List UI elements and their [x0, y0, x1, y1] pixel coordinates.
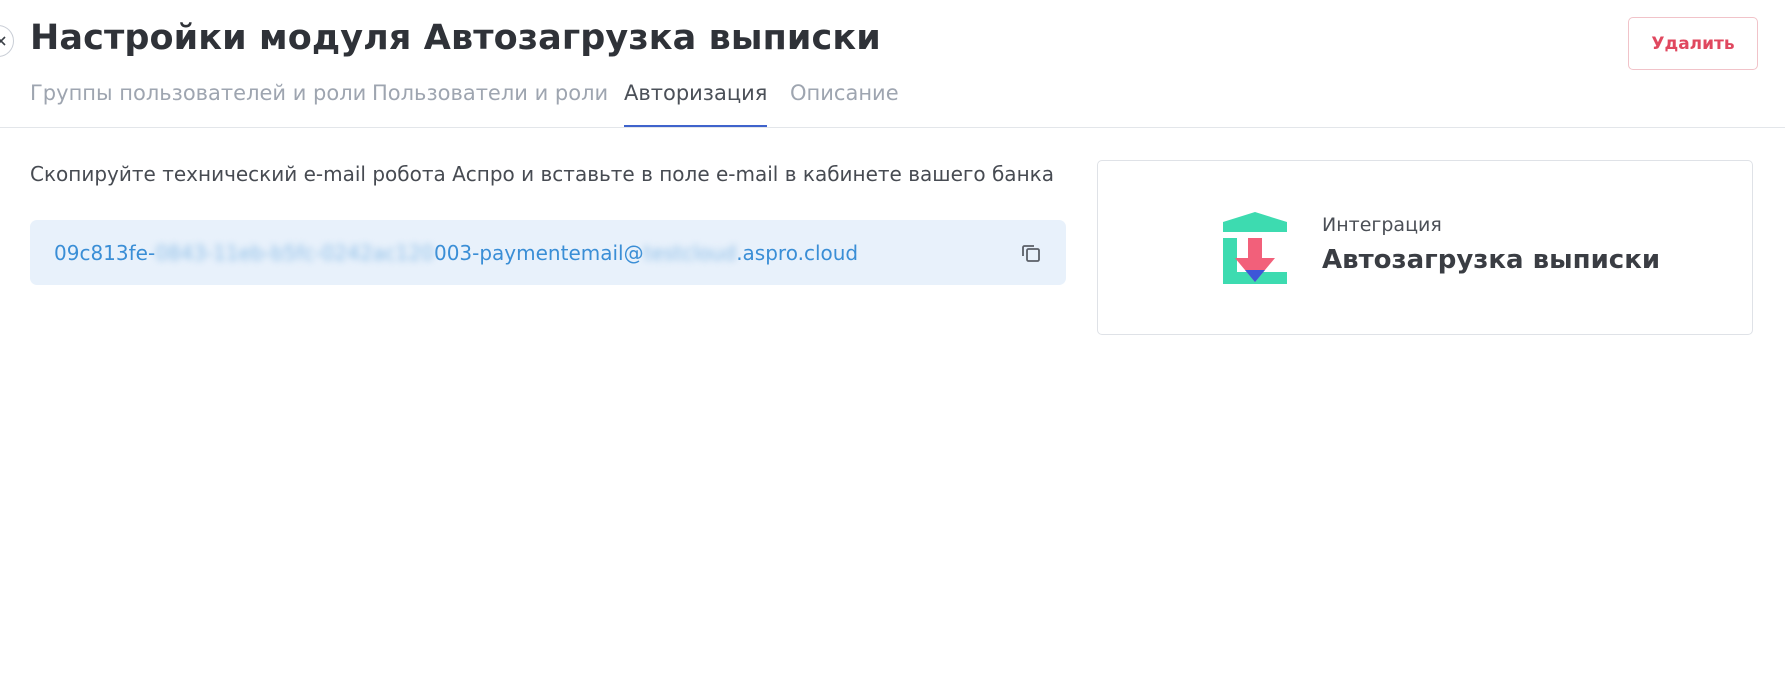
page-title: Настройки модуля Автозагрузка выписки: [30, 18, 881, 58]
tab-description[interactable]: Описание: [790, 80, 899, 128]
copy-icon[interactable]: [1018, 240, 1044, 266]
email-prefix: 09c813fe-: [54, 240, 156, 265]
robot-email-field[interactable]: 09c813fe-0843-11eb-b5fc-0242ac120003-pay…: [30, 220, 1066, 285]
delete-button[interactable]: Удалить: [1628, 17, 1758, 70]
instruction-text: Скопируйте технический e-mail робота Асп…: [30, 162, 1054, 186]
bank-download-icon: [1223, 212, 1287, 284]
header-divider: [0, 127, 1785, 128]
email-suffix: .aspro.cloud: [736, 240, 859, 265]
integration-card: Интеграция Автозагрузка выписки: [1097, 160, 1753, 335]
tab-authorization[interactable]: Авторизация: [624, 80, 768, 128]
back-button[interactable]: [0, 25, 14, 57]
integration-caption: Интеграция: [1322, 214, 1442, 236]
email-middle: 003-paymentemail@: [433, 240, 644, 265]
close-icon: [0, 36, 6, 46]
tab-user-groups[interactable]: Группы пользователей и роли: [30, 80, 366, 128]
email-hidden-domain: testcloud: [643, 240, 737, 265]
tab-users[interactable]: Пользователи и роли: [372, 80, 608, 128]
robot-email-value[interactable]: 09c813fe-0843-11eb-b5fc-0242ac120003-pay…: [54, 241, 1018, 265]
integration-name: Автозагрузка выписки: [1322, 245, 1661, 275]
email-hidden-part: 0843-11eb-b5fc-0242ac120: [155, 240, 434, 265]
